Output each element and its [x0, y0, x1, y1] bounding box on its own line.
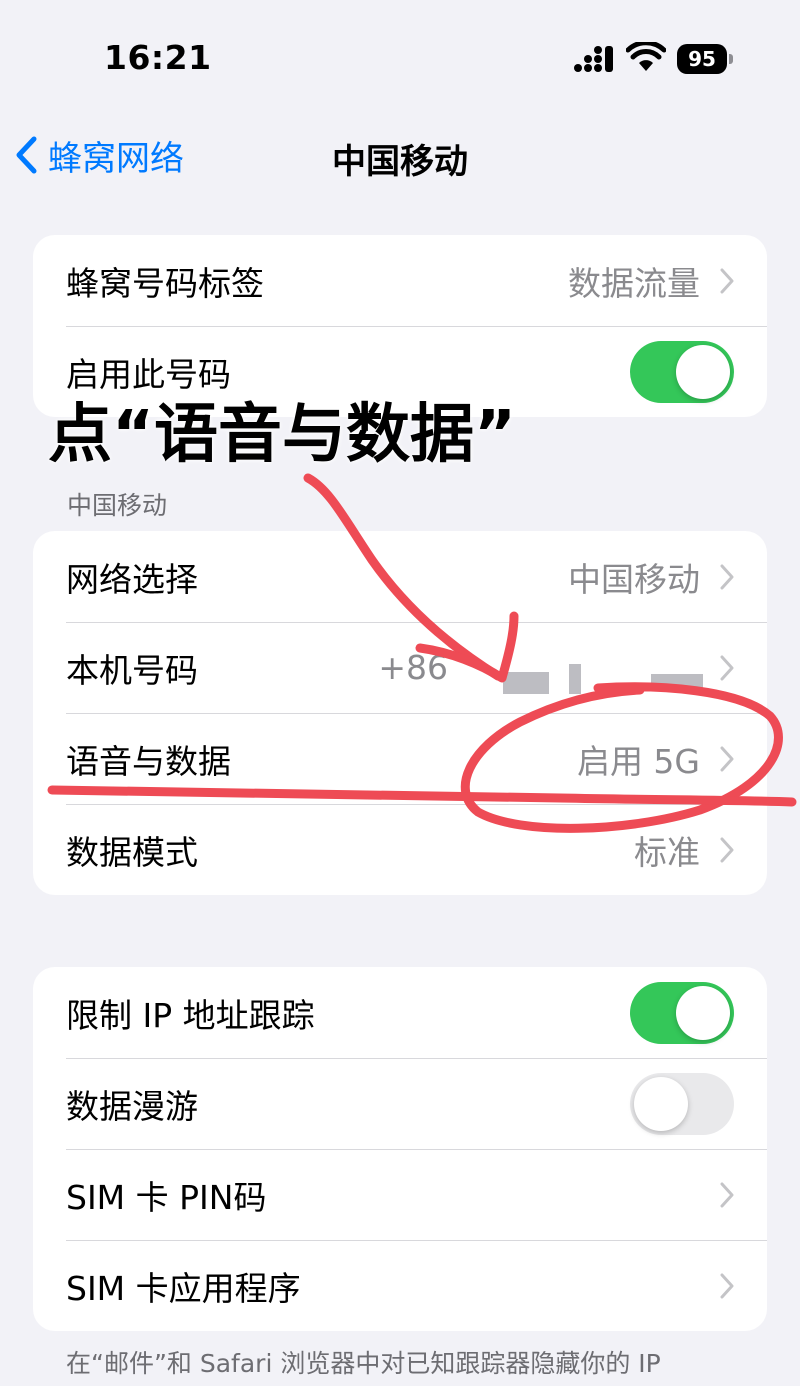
row-label: 限制 IP 地址跟踪: [66, 995, 315, 1035]
page-title: 中国移动: [332, 142, 468, 182]
my-number-row[interactable]: 本机号码 +86: [33, 622, 767, 713]
enable-number-toggle[interactable]: [630, 340, 734, 403]
chevron-right-icon: [720, 746, 734, 771]
toggle-knob: [676, 985, 730, 1040]
chevron-right-icon: [720, 655, 734, 680]
chevron-right-icon: [720, 837, 734, 862]
group-privacy-sim: 限制 IP 地址跟踪 数据漫游 SIM 卡 PIN码 SIM 卡应用程序: [33, 967, 767, 1331]
battery-indicator: 95: [677, 44, 727, 74]
chevron-right-icon: [720, 1273, 734, 1298]
navigation-bar: 蜂窝网络 中国移动: [0, 112, 800, 200]
chevron-right-icon: [720, 564, 734, 589]
footer-note: 在“邮件”和 Safari 浏览器中对已知跟踪器隐藏你的 IP: [66, 1349, 661, 1378]
row-value: 标准: [634, 832, 700, 872]
voice-and-data-row[interactable]: 语音与数据 启用 5G: [33, 713, 767, 804]
row-value: 中国移动: [568, 559, 700, 599]
status-bar: 16:21 95: [0, 0, 800, 110]
sim-pin-row[interactable]: SIM 卡 PIN码: [33, 1149, 767, 1240]
cellular-number-label-row[interactable]: 蜂窝号码标签 数据流量: [33, 235, 767, 326]
toggle-knob: [676, 344, 730, 399]
row-value: 数据流量: [568, 263, 700, 303]
limit-ip-tracking-row: 限制 IP 地址跟踪: [33, 967, 767, 1058]
row-label: SIM 卡应用程序: [66, 1268, 301, 1308]
data-roaming-toggle[interactable]: [630, 1072, 734, 1135]
row-label: 蜂窝号码标签: [66, 263, 264, 303]
data-roaming-row: 数据漫游: [33, 1058, 767, 1149]
row-label: SIM 卡 PIN码: [66, 1177, 267, 1217]
data-mode-row[interactable]: 数据模式 标准: [33, 804, 767, 895]
redacted-number-block: [569, 664, 581, 694]
row-label: 语音与数据: [66, 741, 231, 781]
battery-tip: [729, 54, 733, 64]
row-label: 数据漫游: [66, 1086, 198, 1126]
chevron-right-icon: [720, 268, 734, 293]
sim-applications-row[interactable]: SIM 卡应用程序: [33, 1240, 767, 1331]
wifi-icon: [626, 42, 666, 71]
group-carrier-settings: 网络选择 中国移动 本机号码 +86 语音与数据 启用 5G 数据模式 标准: [33, 531, 767, 895]
redacted-number-block: [651, 674, 703, 688]
toggle-knob: [634, 1076, 688, 1131]
annotation-text: 点“语音与数据”: [48, 398, 517, 472]
row-value: 启用 5G: [576, 741, 700, 781]
row-value: +86: [378, 648, 448, 687]
network-selection-row[interactable]: 网络选择 中国移动: [33, 531, 767, 622]
row-label: 数据模式: [66, 832, 198, 872]
redacted-number-block: [503, 672, 549, 694]
signal-bars-icon: [574, 46, 613, 72]
limit-ip-tracking-toggle[interactable]: [630, 981, 734, 1044]
section-header: 中国移动: [67, 491, 168, 520]
chevron-right-icon: [720, 1182, 734, 1207]
status-time: 16:21: [104, 38, 212, 77]
row-label: 网络选择: [66, 559, 198, 599]
row-label: 本机号码: [66, 650, 198, 690]
